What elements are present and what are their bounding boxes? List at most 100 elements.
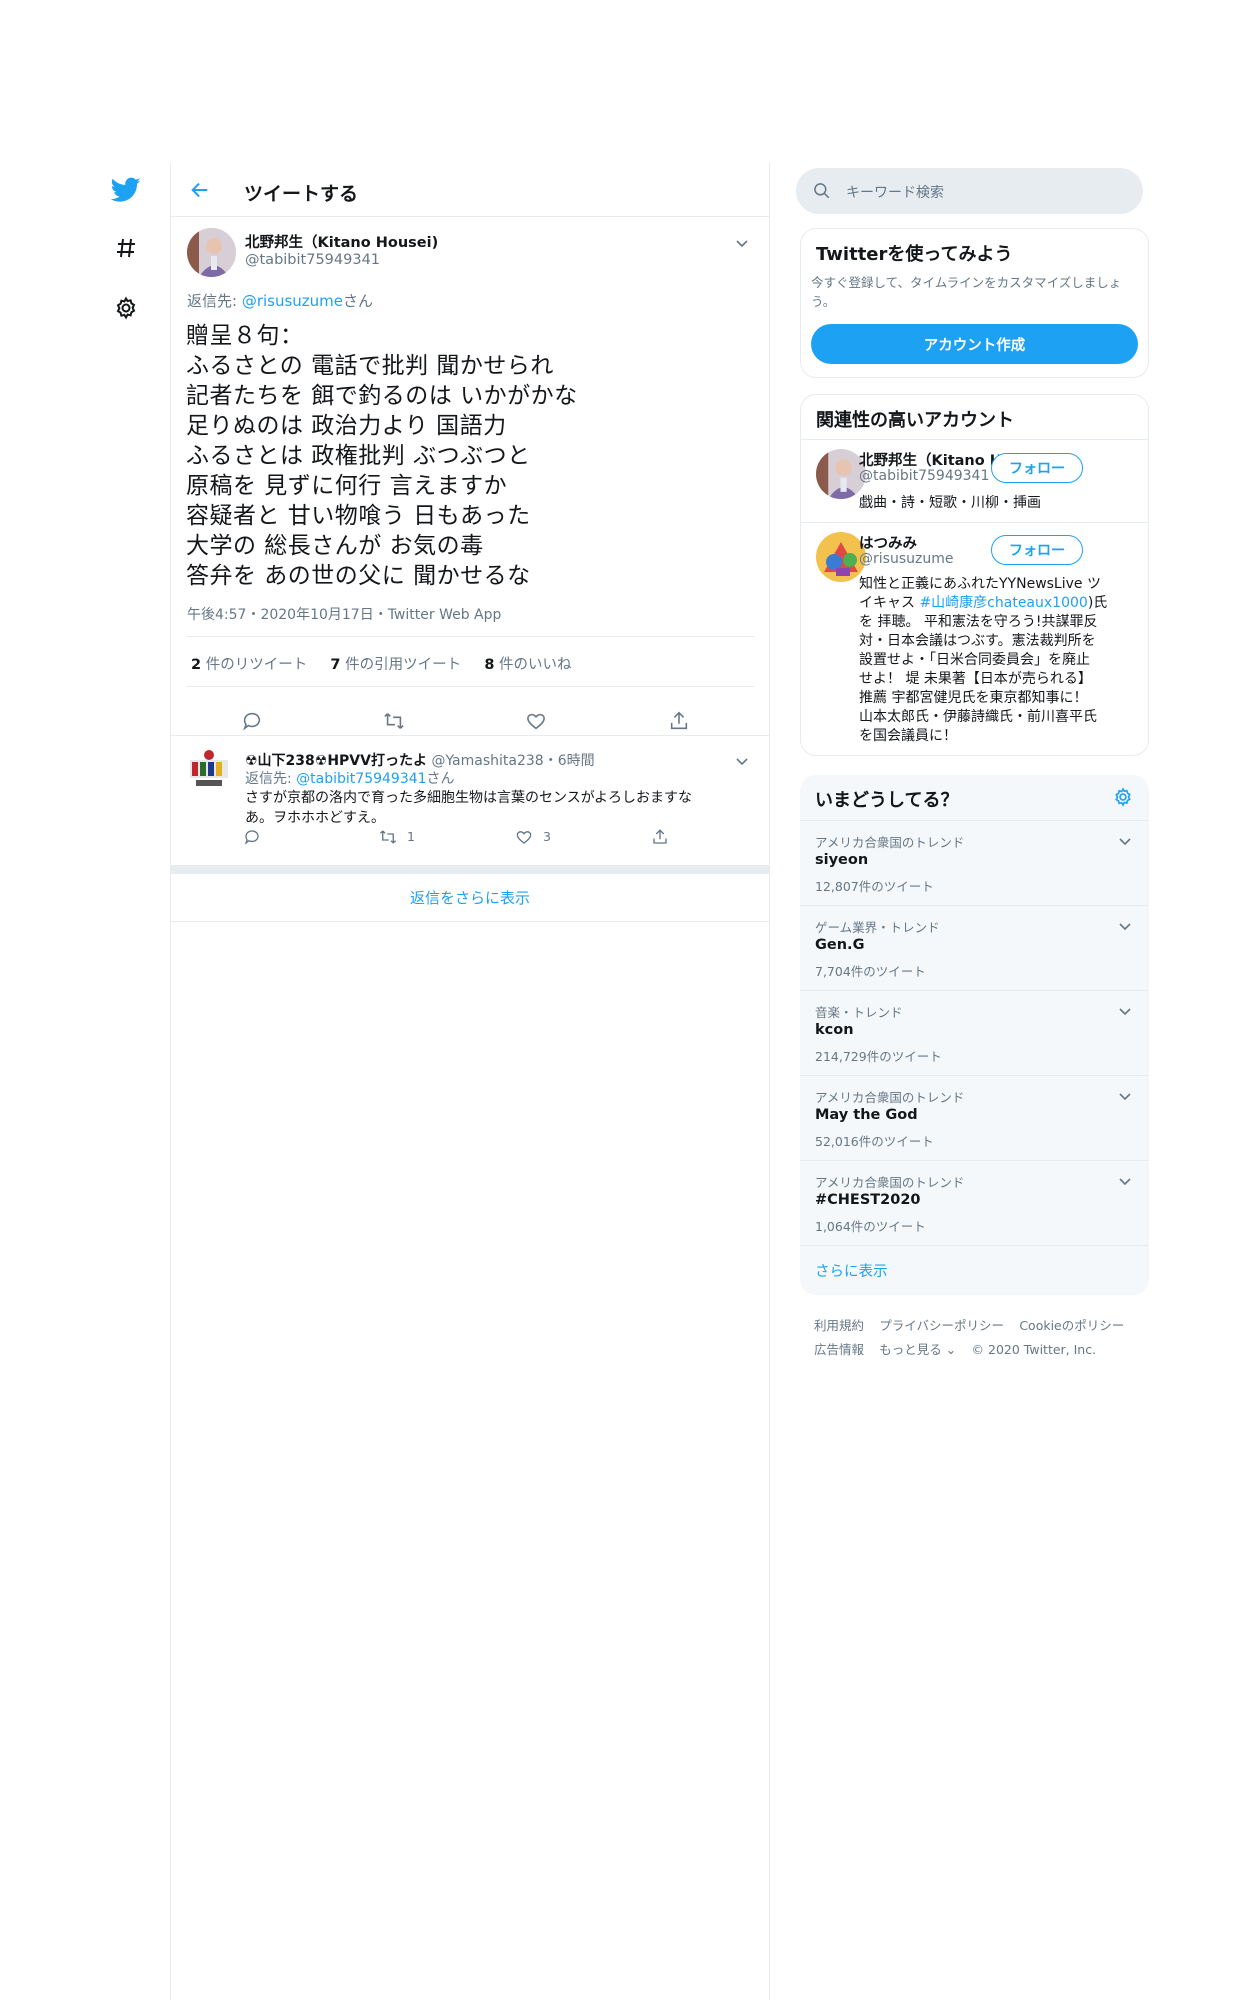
tweet-line: ふるさとの 電話で批判 聞かせられ [186,353,554,379]
trends-title: いまどうしてる？ [815,790,959,811]
reply-to-handle[interactable]: @risusuzume [242,292,343,310]
reply-icon[interactable] [241,710,265,734]
trend-item[interactable]: 音楽・トレンド kcon 214,729件のツイート [800,990,1149,1075]
related-account-name[interactable]: はつみみ [859,532,917,553]
trend-name: siyeon [815,852,869,868]
like-icon[interactable] [525,710,549,734]
trend-item[interactable]: アメリカ合衆国のトレンド #CHEST2020 1,064件のツイート [800,1160,1149,1245]
trends-show-more[interactable]: さらに表示 [800,1245,1149,1295]
create-account-button[interactable]: アカウント作成 [811,324,1138,364]
chevron-down-icon[interactable]: ⌄ [942,1342,956,1357]
reply-avatar[interactable] [186,746,232,792]
terms-link[interactable]: 利用規約 [814,1318,864,1333]
twitter-bird-icon[interactable] [108,172,144,208]
gear-icon[interactable] [1113,787,1135,809]
reply-header: ☢山下238☢HPVV打ったよ @Yamashita238・6時間 [245,750,595,770]
trend-context: アメリカ合衆国のトレンド [815,1090,965,1105]
copyright: © 2020 Twitter, Inc. [971,1342,1097,1357]
chevron-down-icon[interactable] [735,753,749,767]
trend-name: Gen.G [815,937,865,953]
signup-description: 今すぐ登録して、タイムラインをカスタマイズしましょ う。 [811,275,1122,309]
like-count: 3 [543,829,551,844]
chevron-down-icon[interactable] [735,235,749,249]
tweet-meta[interactable]: 午後4:57・2020年10月17日・Twitter Web App [187,604,501,624]
trend-item[interactable]: ゲーム業界・トレンド Gen.G 7,704件のツイート [800,905,1149,990]
author-handle[interactable]: @tabibit75949341 [245,252,380,268]
search-icon [812,181,832,201]
tweet-line: 記者たちを 餌で釣るのは いかがかな [186,383,578,409]
chevron-down-icon[interactable] [1118,1088,1132,1102]
trends-card: いまどうしてる？ アメリカ合衆国のトレンド siyeon 12,807件のツイー… [800,775,1149,1295]
hashtag-icon[interactable] [108,230,144,266]
trend-count: 7,704件のツイート [815,964,926,979]
reply-to-line: 返信先: @tabibit75949341さん [245,771,455,787]
author-name[interactable]: 北野邦生（Kitano Housei) [245,231,438,252]
reply-to-prefix: 返信先: [187,292,242,310]
main-column: ツイートする 北野邦生（Kitano Housei) @tabibit75949… [170,163,770,2000]
more-link[interactable]: もっと見る [879,1342,942,1357]
divider [801,439,1148,440]
trend-item[interactable]: アメリカ合衆国のトレンド siyeon 12,807件のツイート [800,820,1149,905]
likes-stat[interactable]: 8 件のいいね [484,657,571,673]
related-account-bio: 戯曲・詩・短歌・川柳・挿画 [859,495,1041,511]
retweet-icon[interactable] [383,710,407,734]
related-accounts-card: 関連性の高いアカウント 北野邦生（Kitano Ho... @tabibit75… [800,394,1149,756]
search-input[interactable]: キーワード検索 [796,168,1143,214]
retweets-stat[interactable]: 2 件のリツイート [191,657,307,673]
retweet-count: 1 [407,829,415,844]
follow-button[interactable]: フォロー [991,453,1083,483]
share-icon[interactable] [651,828,669,846]
tweet-line: ふるさとは 政権批判 ぶつぶつと [186,443,531,469]
like-icon[interactable] [515,828,533,846]
divider [186,636,754,637]
show-more-replies-link[interactable]: 返信をさらに表示 [171,874,769,922]
trend-context: ゲーム業界・トレンド [815,920,940,935]
tweet-line: 容疑者と 甘い物喰う 日もあった [186,503,531,529]
footer: 利用規約 プライバシーポリシー Cookieのポリシー 広告情報 もっと見る ⌄… [814,1313,1144,1361]
arrow-left-icon[interactable] [189,179,213,203]
show-more-link[interactable]: さらに表示 [815,1260,888,1281]
tweet-line: 足りぬのは 政治力より 国語力 [186,413,507,439]
quotes-stat[interactable]: 7 件の引用ツイート [330,657,461,673]
reply-icon[interactable] [243,828,261,846]
gear-icon[interactable] [108,290,144,326]
hashtag-link[interactable]: #山崎康彦chateaux1000 [919,595,1087,611]
follow-button[interactable]: フォロー [991,535,1083,565]
chevron-down-icon[interactable] [1118,918,1132,932]
tweet-stats: 2 件のリツイート 7 件の引用ツイート 8 件のいいね [191,653,572,674]
related-account-handle[interactable]: @risusuzume [859,551,953,567]
chevron-down-icon[interactable] [1118,833,1132,847]
trend-item[interactable]: アメリカ合衆国のトレンド May the God 52,016件のツイート [800,1075,1149,1160]
thread-separator [171,865,769,874]
cookies-link[interactable]: Cookieのポリシー [1019,1318,1124,1333]
page-title: ツイートする [244,183,359,205]
ads-link[interactable]: 広告情報 [814,1342,864,1357]
related-account-handle[interactable]: @tabibit75949341 [859,468,989,484]
reply-author-handle[interactable]: @Yamashita238 [431,753,543,769]
share-icon[interactable] [668,710,692,734]
avatar[interactable] [187,228,236,277]
trend-name: #CHEST2020 [815,1192,921,1208]
trend-context: アメリカ合衆国のトレンド [815,1175,965,1190]
reply-time[interactable]: ・6時間 [544,753,595,769]
reply-to-suffix: さん [343,292,374,310]
retweet-icon[interactable] [379,828,397,846]
chevron-down-icon[interactable] [1118,1173,1132,1187]
trend-count: 214,729件のツイート [815,1049,942,1064]
divider [171,735,769,736]
divider [801,522,1148,523]
reply-author-name[interactable]: ☢山下238☢HPVV打ったよ [245,753,427,769]
search-placeholder: キーワード検索 [846,185,944,201]
signup-card: Twitterを使ってみよう 今すぐ登録して、タイムラインをカスタマイズしましょ… [800,228,1149,378]
divider [186,686,754,687]
reply-text-line: さすが京都の洛内で育った多細胞生物は言葉のセンスがよろしおますな [245,790,693,806]
related-account-bio: 知性と正義にあふれたYYNewsLive ツ イキャス #山崎康彦chateau… [859,576,1108,744]
page-header: ツイートする [171,163,769,217]
reply-to-handle[interactable]: @tabibit75949341 [296,771,426,787]
privacy-link[interactable]: プライバシーポリシー [879,1318,1004,1333]
signup-title: Twitterを使ってみよう [816,244,1013,265]
tweet-text: 贈呈８句： ふるさとの 電話で批判 聞かせられ 記者たちを 餌で釣るのは いかが… [186,321,746,591]
chevron-down-icon[interactable] [1118,1003,1132,1017]
reply-text: さすが京都の洛内で育った多細胞生物は言葉のセンスがよろしおますな あ。ヲホホホど… [245,788,750,828]
trend-count: 12,807件のツイート [815,879,934,894]
